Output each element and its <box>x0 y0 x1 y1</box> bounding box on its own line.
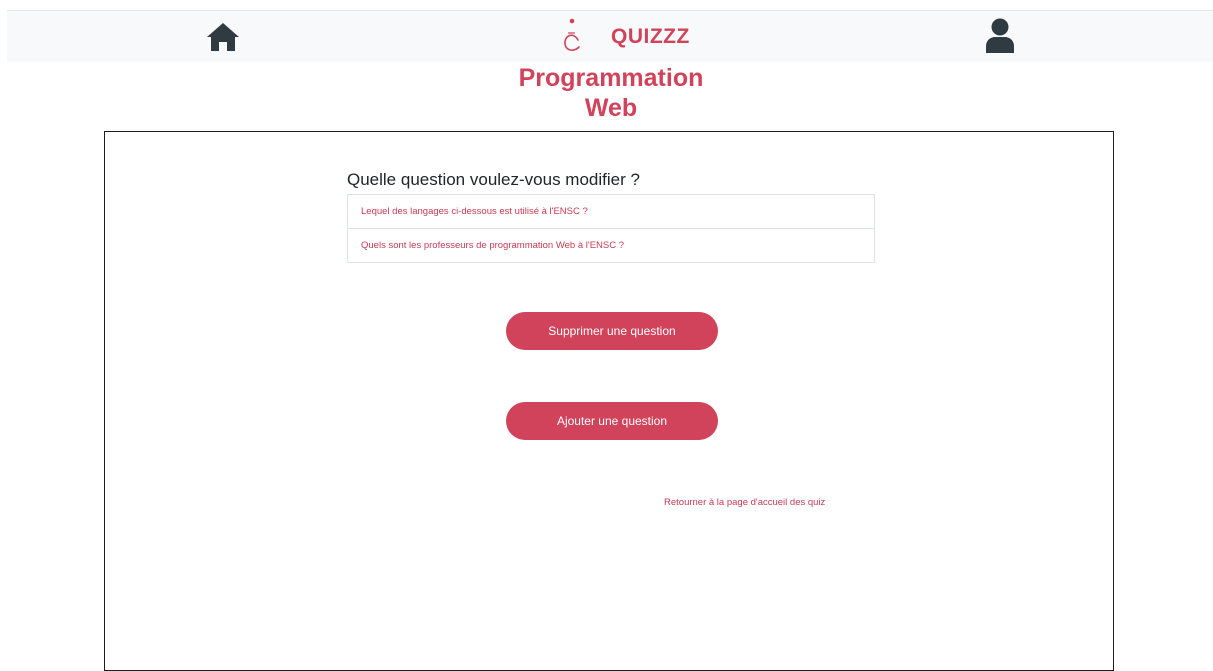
section-heading: Quelle question voulez-vous modifier ? <box>347 170 640 189</box>
question-item-2[interactable]: Quels sont les professeurs de programmat… <box>348 228 874 262</box>
top-navbar: QUIZZZ <box>7 10 1213 62</box>
add-question-button[interactable]: Ajouter une question <box>506 402 718 440</box>
ensc-logo-icon <box>564 18 580 51</box>
brand-link[interactable]: QUIZZZ <box>559 17 690 57</box>
home-icon[interactable] <box>206 22 240 52</box>
quiz-title: Programmation Web <box>0 63 1213 123</box>
quiz-title-text: Programmation Web <box>518 64 704 122</box>
question-item-1[interactable]: Lequel des langages ci-dessous est utili… <box>348 195 874 228</box>
brand-name: QUIZZZ <box>611 25 690 48</box>
question-list: Lequel des langages ci-dessous est utili… <box>347 194 875 263</box>
edit-questions-card: Quelle question voulez-vous modifier ? L… <box>104 131 1114 671</box>
delete-question-button[interactable]: Supprimer une question <box>506 312 718 350</box>
back-to-home-link[interactable]: Retourner à la page d'accueil des quiz <box>664 497 825 508</box>
user-icon[interactable] <box>985 18 1015 54</box>
page-top-strip <box>0 0 7 13</box>
